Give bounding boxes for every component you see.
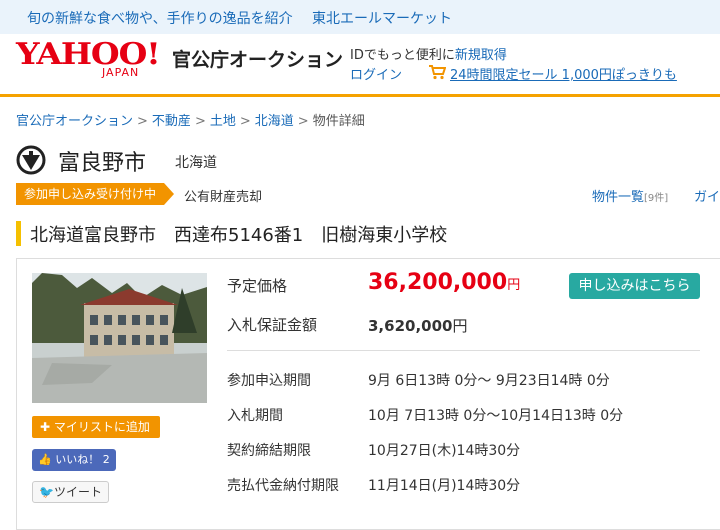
schedule-value: 10月 7日13時 0分～10月14日13時 0分 [368,408,624,424]
scheduled-price: 36,200,000円 [368,270,521,295]
apply-button[interactable]: 申し込みはこちら [569,273,700,299]
cart-icon [429,65,446,80]
login-link[interactable]: ログイン [350,64,402,83]
sale-type: 公有財産売却 [184,190,263,205]
breadcrumb-item[interactable]: 北海道 [255,114,294,129]
tweet-button[interactable]: 🐦ツイート [32,481,109,503]
header-divider [0,94,720,97]
promo-link[interactable]: 旬の新鮮な食べ物や、手作りの逸品を紹介 [27,8,293,28]
breadcrumb: 官公庁オークション > 不動産 > 土地 > 北海道 > 物件詳細 [16,114,365,129]
deposit-amount: 3,620,000円 [368,317,468,335]
breadcrumb-item[interactable]: 土地 [210,114,236,129]
promo-bar: 旬の新鮮な食べ物や、手作りの逸品を紹介 東北エールマーケット [0,0,720,34]
twitter-bird-icon: 🐦 [39,485,54,499]
list-count: [9件] [644,193,669,204]
breadcrumb-current: 物件詳細 [312,114,365,129]
schedule-label: 入札期間 [227,408,283,424]
price-label: 予定価格 [227,277,288,295]
schedule-label: 売払代金納付期限 [227,478,339,494]
status-badge: 参加申し込み受け付け中 [16,183,175,205]
id-promo-text: IDでもっと便利に [350,48,455,63]
schedule-label: 参加申込期間 [227,373,311,389]
add-mylist-button[interactable]: ✚ マイリストに追加 [32,416,160,438]
like-button[interactable]: 👍 いいね！ 2 [32,449,116,471]
guide-link[interactable]: ガイ [694,186,720,205]
logo-sub: JAPAN [102,66,140,79]
sale-link[interactable]: 24時間限定セール 1,000円ぽっきりも [450,64,677,83]
id-promo: IDでもっと便利に新規取得 [350,44,507,63]
property-title: 北海道富良野市 西達布5146番1 旧樹海東小学校 [30,225,448,246]
property-list-link[interactable]: 物件一覧[9件] [592,186,668,205]
schedule-value: 9月 6日13時 0分～ 9月23日14時 0分 [368,373,610,389]
breadcrumb-item[interactable]: 不動産 [152,114,191,129]
city-crest-icon [16,145,46,175]
schedule-value: 11月14日(月)14時30分 [368,478,521,494]
breadcrumb-item[interactable]: 官公庁オークション [16,114,133,129]
plus-icon: ✚ [40,420,54,434]
yahoo-logo[interactable]: YAHOO! JAPAN [16,38,166,80]
schedule-label: 契約締結期限 [227,443,311,459]
property-photo[interactable] [32,273,207,403]
market-link[interactable]: 東北エールマーケット [312,8,452,28]
thumbs-up-icon: 👍 [38,453,56,466]
deposit-label: 入札保証金額 [227,316,318,334]
prefecture: 北海道 [175,155,217,171]
heading-accent [16,221,21,246]
city-name: 富良野市 [58,151,147,176]
register-link[interactable]: 新規取得 [455,48,507,63]
site-title[interactable]: 官公庁オークション [172,45,343,72]
schedule-value: 10月27日(木)14時30分 [368,443,521,459]
section-divider [227,350,700,351]
